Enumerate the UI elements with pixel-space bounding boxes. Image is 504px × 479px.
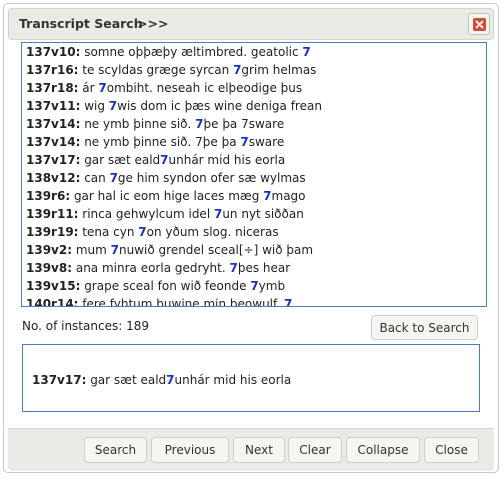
result-text: þes hear [237,261,291,275]
result-ref: 139v8: [26,261,73,275]
result-row[interactable]: 139r19: tena cyn 7on yðum slog. niceras [26,223,486,241]
result-hit: 7 [98,81,107,95]
transcript-search-dialog: Transcript Search >>> 137v10: somne oþþæ… [3,3,499,473]
result-hit: 7 [160,153,169,167]
result-row[interactable]: 139r6: gar hal ic eom hige laces mæg 7ma… [26,187,486,205]
results-list[interactable]: 137v10: somne oþþæþy æltimbred. geatolic… [21,42,487,307]
result-row[interactable]: 137v10: somne oþþæþy æltimbred. geatolic… [26,43,486,61]
result-text: ár [78,81,99,95]
result-hit: 7 [108,99,118,113]
result-hit: 7 [229,261,238,275]
result-text: ne ymb þinne sið. 7þe þa [80,135,241,149]
result-text: þe þa 7sware [203,117,285,131]
result-text: grim helmas [241,63,317,77]
result-text: rinca gehwylcum idel [78,207,214,221]
result-row[interactable]: 138v12: can 7ge him syndon ofer sæ wylma… [26,169,486,187]
result-row[interactable]: 139v15: grape sceal fon wið feonde 7ymb [26,277,486,295]
clear-button[interactable]: Clear [288,437,342,463]
result-text: ge him syndon ofer sæ wylmas [117,171,306,185]
result-ref: 137r18: [26,81,79,95]
result-row[interactable]: 139v8: ana minra eorla gedryht. 7þes hea… [26,259,486,277]
result-hit: 7 [250,279,259,293]
result-row[interactable]: 140r14: fere fyhtum þuwine min beowulf. … [26,295,486,307]
result-ref: 137v17: [26,153,81,167]
result-text: ne ymb þinne sið. [80,117,196,131]
previous-button[interactable]: Previous [151,437,229,463]
result-text: te scyldas græge syrcan [78,63,234,77]
result-text: mum [72,243,111,257]
result-text: nuwið grendel sceal[÷] wið þam [119,243,314,257]
result-hit: 7 [110,243,120,257]
next-button[interactable]: Next [233,437,285,463]
result-ref: 140r14: [26,297,79,307]
result-text: fere fyhtum þuwine min beowulf. [78,297,284,307]
result-text: gar hal ic eom hige laces mæg [70,189,264,203]
result-text: somne oþþæþy æltimbred. geatolic [80,45,303,59]
result-hit: 7 [138,225,147,239]
result-text: gar sæt eald [80,153,161,167]
result-ref: 137v11: [26,99,81,113]
result-text: ombiht. neseah ic elþeodige þus [106,81,303,95]
result-hit: 7 [302,45,311,59]
close-button[interactable]: Close [424,437,479,463]
result-ref: 138v12: [26,171,81,185]
result-text: wig [80,99,109,113]
dialog-title: Transcript Search [19,16,143,31]
result-row[interactable]: 137r18: ár 7ombiht. neseah ic elþeodige … [26,79,486,97]
result-text: ana minra eorla gedryht. [72,261,230,275]
selected-result-hit: 7 [166,373,175,387]
selected-result-text: 137v17: gar sæt eald7unhár mid his eorla [32,373,291,387]
result-text: grape sceal fon wið feonde [80,279,251,293]
result-hit: 7 [240,135,249,149]
instances-count: No. of instances: 189 [22,319,149,333]
result-text: unhár mid his eorla [168,153,286,167]
result-ref: 139r11: [26,207,79,221]
result-ref: 137v14: [26,117,81,131]
close-icon [472,17,486,31]
result-hit: 7 [284,297,293,307]
collapse-button[interactable]: Collapse [346,437,420,463]
back-to-search-button[interactable]: Back to Search [371,315,478,340]
result-ref: 139v15: [26,279,81,293]
result-ref: 139r6: [26,189,71,203]
result-row[interactable]: 137v14: ne ymb þinne sið. 7þe þa 7sware [26,133,486,151]
result-text: can [80,171,110,185]
selected-result-ref: 137v17: [32,373,87,387]
result-row[interactable]: 137v14: ne ymb þinne sið. 7þe þa 7sware [26,115,486,133]
result-text: ymb [258,279,286,293]
result-ref: 137v14: [26,135,81,149]
result-text: wis dom ic þæs wine deniga frean [117,99,322,113]
result-hit: 7 [109,171,118,185]
dialog-titlebar[interactable]: Transcript Search >>> [8,8,494,40]
result-row[interactable]: 137r16: te scyldas græge syrcan 7grim he… [26,61,486,79]
result-row[interactable]: 139v2: mum 7nuwið grendel sceal[÷] wið þ… [26,241,486,259]
result-ref: 139r19: [26,225,79,239]
selected-result-pre: gar sæt eald [86,373,167,387]
selected-result-post: unhár mid his eorla [174,373,292,387]
result-hit: 7 [195,117,204,131]
result-row[interactable]: 137v17: gar sæt eald7unhár mid his eorla [26,151,486,169]
result-ref: 139v2: [26,243,73,257]
search-button[interactable]: Search [84,437,147,463]
result-ref: 137v10: [26,45,81,59]
result-text: on yðum slog. niceras [146,225,279,239]
result-text: mago [271,189,306,203]
result-hit: 7 [263,189,272,203]
result-ref: 137r16: [26,63,79,77]
result-text: tena cyn [78,225,139,239]
close-dialog-button[interactable] [468,13,490,35]
result-text: sware [248,135,285,149]
result-row[interactable]: 137v11: wig 7wis dom ic þæs wine deniga … [26,97,486,115]
selected-result-panel: 137v17: gar sæt eald7unhár mid his eorla [22,344,480,412]
result-row[interactable]: 139r11: rinca gehwylcum idel 7un nyt sið… [26,205,486,223]
result-text: un nyt siððan [222,207,304,221]
expand-toggle[interactable]: >>> [137,16,168,31]
